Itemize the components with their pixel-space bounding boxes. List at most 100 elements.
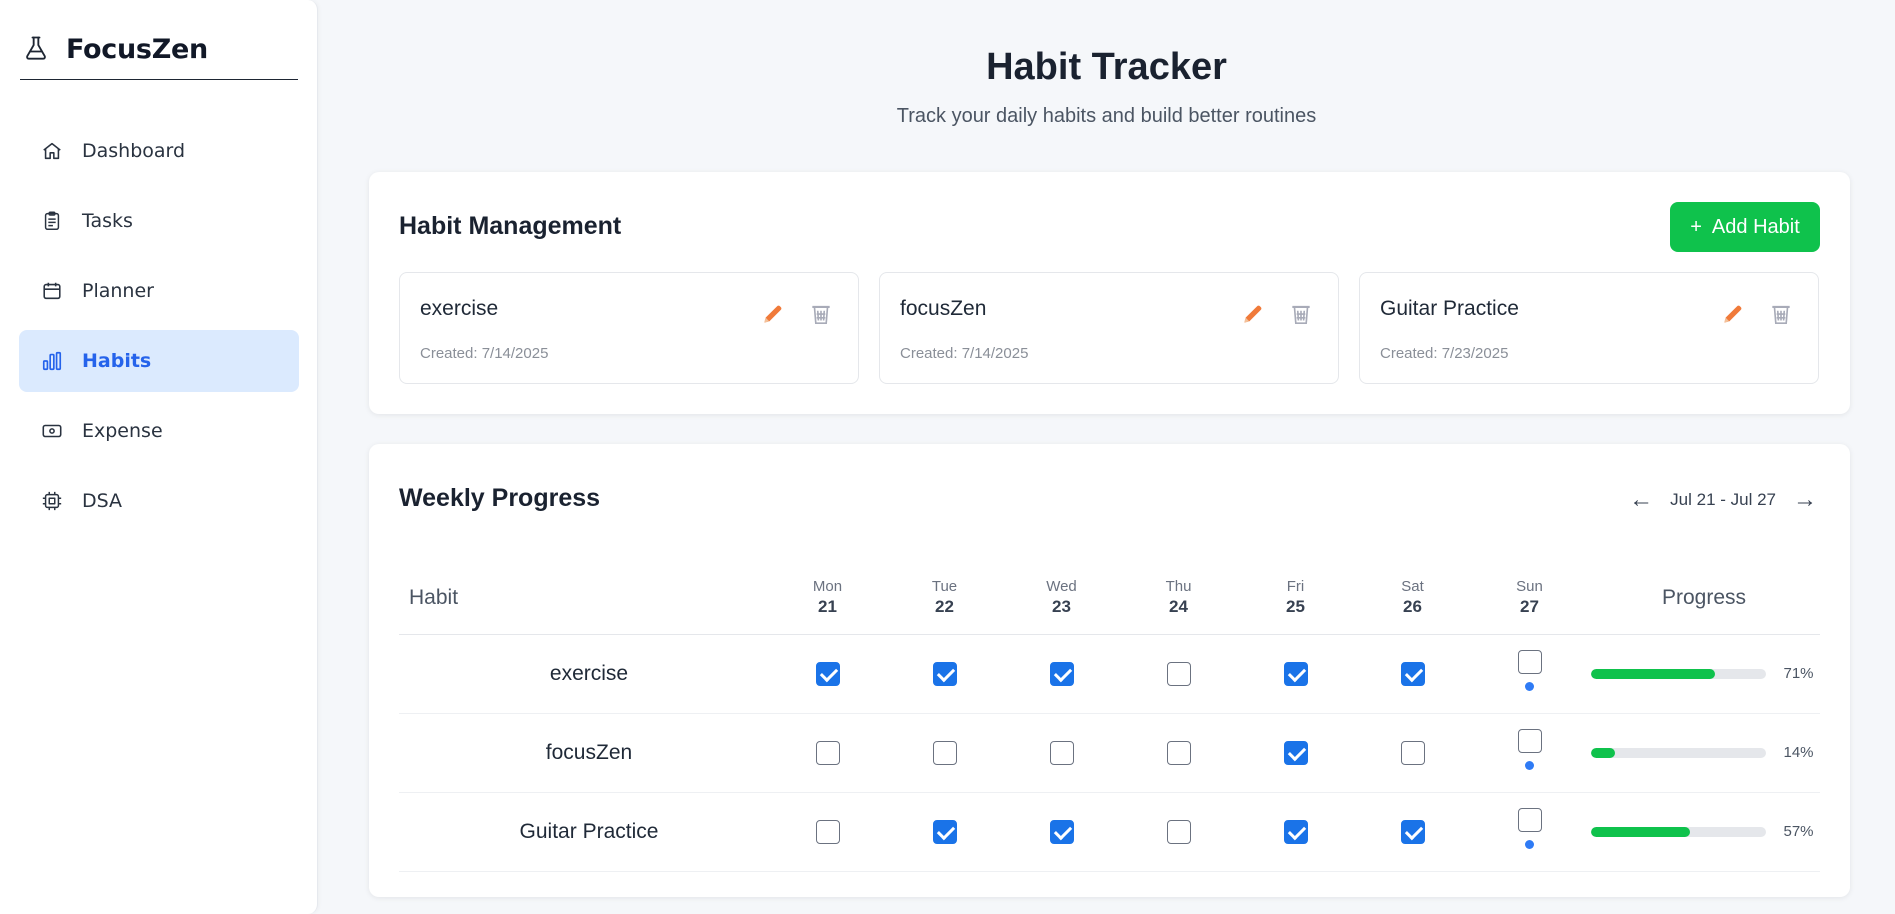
day-cell (1003, 792, 1120, 872)
day-header: Wed 23 (1003, 562, 1120, 635)
day-checkbox[interactable] (932, 819, 957, 844)
sidebar-item-label: Habits (82, 350, 152, 372)
day-checkbox[interactable] (1517, 650, 1542, 674)
sidebar-item-label: Expense (82, 420, 163, 442)
progress-cell: 71% (1588, 634, 1820, 714)
day-cell (1354, 792, 1471, 872)
day-cell (1471, 634, 1588, 714)
day-checkbox[interactable] (1283, 740, 1308, 765)
day-name: Sat (1401, 578, 1424, 596)
day-checkbox[interactable] (1049, 819, 1074, 844)
day-checkbox[interactable] (932, 661, 957, 686)
day-checkbox[interactable] (1283, 819, 1308, 844)
bar-chart-icon (40, 349, 64, 373)
day-header: Sat 26 (1354, 562, 1471, 635)
prev-week-arrow-icon[interactable]: ← (1626, 486, 1656, 514)
day-cell (886, 634, 1003, 714)
table-row: Guitar Practice 57% (399, 792, 1820, 872)
habit-name-cell: exercise (399, 634, 769, 714)
calendar-icon (40, 279, 64, 303)
day-checkbox[interactable] (815, 740, 840, 765)
habit-card: exercise Created: 7/14/2025 (399, 272, 859, 384)
day-cell (1120, 634, 1237, 714)
day-cell (769, 713, 886, 793)
sidebar-item-label: Dashboard (82, 140, 186, 162)
week-navigator: ← Jul 21 - Jul 27 → (1626, 486, 1820, 514)
day-cell (1471, 713, 1588, 793)
day-checkbox[interactable] (1166, 661, 1191, 686)
progress-bar-fill (1590, 668, 1715, 679)
progress-indicator: 57% (1588, 823, 1820, 840)
sidebar-item-tasks[interactable]: Tasks (19, 190, 299, 252)
progress-percent: 71% (1783, 665, 1814, 682)
edit-pencil-icon[interactable] (1240, 301, 1266, 327)
progress-cell: 57% (1588, 792, 1820, 872)
habit-management-title: Habit Management (399, 212, 622, 240)
day-header: Mon 21 (769, 562, 886, 635)
today-marker-wrap (1517, 729, 1542, 770)
page-subtitle: Track your daily habits and build better… (896, 105, 1317, 127)
sidebar-item-expense[interactable]: Expense (19, 400, 299, 462)
sidebar-item-dsa[interactable]: DSA (19, 470, 299, 532)
cpu-icon (40, 489, 64, 513)
day-checkbox[interactable] (815, 819, 840, 844)
day-name: Wed (1046, 578, 1077, 596)
day-checkbox[interactable] (1517, 729, 1542, 753)
add-habit-button[interactable]: + Add Habit (1670, 202, 1820, 252)
table-row: focusZen 14% (399, 713, 1820, 793)
habit-name-cell: Guitar Practice (399, 792, 769, 872)
day-checkbox[interactable] (1049, 740, 1074, 765)
sidebar-item-planner[interactable]: Planner (19, 260, 299, 322)
brand-name: FocusZen (66, 34, 208, 65)
weekly-habit-table: Habit Mon 21 Tue 22 Wed 23 Thu 24 Fri 25 Sat 2… (399, 562, 1820, 872)
sidebar: FocusZen Dashboard Tasks Planner Habits (0, 0, 318, 914)
next-week-arrow-icon[interactable]: → (1790, 486, 1820, 514)
weekly-progress-card: Weekly Progress ← Jul 21 - Jul 27 → Habi… (369, 444, 1850, 897)
day-cell (1003, 713, 1120, 793)
brand[interactable]: FocusZen (20, 30, 298, 80)
trash-icon[interactable] (1768, 301, 1794, 327)
day-header: Thu 24 (1120, 562, 1237, 635)
day-checkbox[interactable] (1400, 661, 1425, 686)
sidebar-item-dashboard[interactable]: Dashboard (19, 120, 299, 182)
edit-pencil-icon[interactable] (1720, 301, 1746, 327)
day-checkbox[interactable] (1283, 661, 1308, 686)
day-name: Sun (1516, 578, 1543, 596)
day-checkbox[interactable] (1517, 808, 1542, 832)
progress-percent: 57% (1783, 823, 1814, 840)
progress-bar-fill (1590, 826, 1691, 837)
progress-indicator: 14% (1588, 744, 1820, 761)
habit-name-cell: focusZen (399, 713, 769, 793)
day-checkbox[interactable] (815, 661, 840, 686)
day-checkbox[interactable] (1400, 819, 1425, 844)
day-cell (769, 792, 886, 872)
habit-created-date: Created: 7/14/2025 (420, 345, 549, 362)
habit-management-card: Habit Management + Add Habit exercise Cr… (369, 172, 1850, 414)
day-number: 25 (1286, 597, 1305, 617)
day-header: Tue 22 (886, 562, 1003, 635)
day-checkbox[interactable] (1166, 740, 1191, 765)
trash-icon[interactable] (1288, 301, 1314, 327)
banknote-icon (40, 419, 64, 443)
day-number: 22 (935, 597, 954, 617)
day-cell (1354, 713, 1471, 793)
day-checkbox[interactable] (1400, 740, 1425, 765)
habit-card: focusZen Created: 7/14/2025 (879, 272, 1339, 384)
day-checkbox[interactable] (1049, 661, 1074, 686)
clipboard-icon (40, 209, 64, 233)
edit-pencil-icon[interactable] (760, 301, 786, 327)
progress-percent: 14% (1783, 744, 1814, 761)
trash-icon[interactable] (808, 301, 834, 327)
day-cell (1120, 792, 1237, 872)
day-name: Tue (931, 578, 958, 596)
habit-name: Guitar Practice (1380, 297, 1519, 320)
day-cell (1003, 634, 1120, 714)
day-checkbox[interactable] (932, 740, 957, 765)
table-row: exercise 71% (399, 634, 1820, 714)
sidebar-item-habits[interactable]: Habits (19, 330, 299, 392)
table-header-row: Habit Mon 21 Tue 22 Wed 23 Thu 24 Fri 25 Sat 2… (399, 562, 1820, 635)
day-cell (886, 792, 1003, 872)
day-cell (1237, 792, 1354, 872)
day-checkbox[interactable] (1166, 819, 1191, 844)
habit-created-date: Created: 7/14/2025 (900, 345, 1029, 362)
